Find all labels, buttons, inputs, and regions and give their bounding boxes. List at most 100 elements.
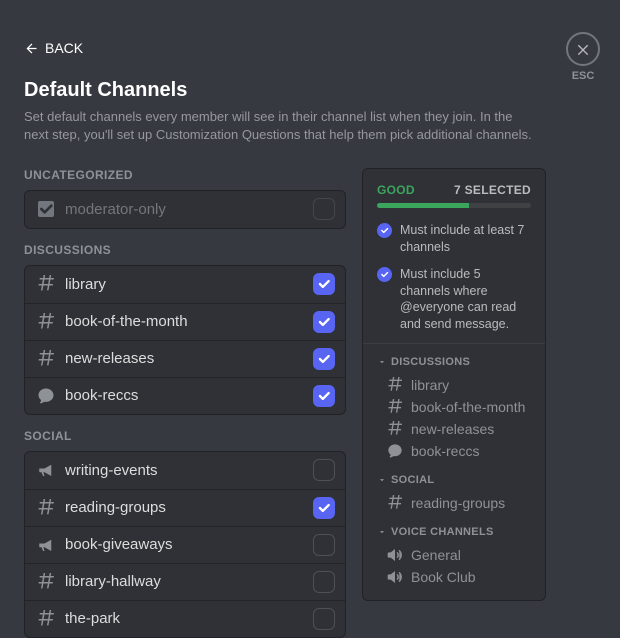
- thread-channel-icon: [387, 443, 403, 459]
- check-icon: [317, 352, 331, 366]
- text-channel-icon: [387, 421, 403, 437]
- preview-channel[interactable]: book-of-the-month: [377, 396, 531, 418]
- channel-row[interactable]: library-hallway: [25, 563, 345, 600]
- check-icon: [317, 315, 331, 329]
- channel-list: library book-of-the-month new-releases book…: [24, 265, 346, 415]
- preview-channel-name: General: [411, 547, 461, 563]
- back-button[interactable]: BACK: [24, 40, 83, 56]
- requirement-item: Must include 5 channels where @everyone …: [377, 266, 531, 334]
- text-channel-icon: [37, 313, 55, 331]
- channel-row[interactable]: new-releases: [25, 340, 345, 377]
- page-description: Set default channels every member will s…: [24, 108, 534, 144]
- channel-row[interactable]: the-park: [25, 600, 345, 637]
- channel-checkbox[interactable]: [313, 497, 335, 519]
- requirement-check-icon: [377, 267, 392, 282]
- text-channel-icon: [387, 495, 403, 511]
- summary-panel: GOOD 7 SELECTED Must include at least 7 …: [362, 168, 546, 601]
- private-channel-icon: [38, 201, 54, 217]
- text-channel-icon: [37, 573, 55, 591]
- preview-channel-name: book-of-the-month: [411, 399, 525, 415]
- announcement-channel-icon: [37, 536, 55, 554]
- preview-category-label: VOICE CHANNELS: [391, 526, 494, 538]
- channel-row[interactable]: writing-events: [25, 452, 345, 489]
- channel-row[interactable]: book-reccs: [25, 377, 345, 414]
- channel-name: book-reccs: [65, 387, 303, 404]
- chevron-down-icon: [377, 475, 387, 485]
- check-icon: [317, 277, 331, 291]
- text-channel-icon: [37, 610, 55, 628]
- text-channel-icon: [387, 399, 403, 415]
- chevron-down-icon: [377, 527, 387, 537]
- text-channel-icon: [37, 350, 55, 368]
- preview-channel[interactable]: General: [377, 544, 531, 566]
- channel-row[interactable]: book-of-the-month: [25, 303, 345, 340]
- channel-name: writing-events: [65, 462, 303, 479]
- channel-checkbox[interactable]: [313, 348, 335, 370]
- channel-row[interactable]: reading-groups: [25, 489, 345, 526]
- channel-name: book-of-the-month: [65, 313, 303, 330]
- progress-bar: [377, 203, 531, 208]
- category-header: DISCUSSIONS: [24, 243, 346, 257]
- voice-channel-icon: [387, 547, 403, 563]
- channel-row[interactable]: library: [25, 266, 345, 303]
- voice-channel-icon: [387, 569, 403, 585]
- check-icon: [317, 501, 331, 515]
- channel-checkbox: [313, 198, 335, 220]
- channel-name: the-park: [65, 610, 303, 627]
- arrow-left-icon: [24, 41, 39, 56]
- preview-category[interactable]: SOCIAL: [377, 474, 531, 486]
- channel-checkbox[interactable]: [313, 534, 335, 556]
- channel-row[interactable]: book-giveaways: [25, 526, 345, 563]
- channel-checkbox[interactable]: [313, 608, 335, 630]
- channel-list: writing-events reading-groups book-giveawa…: [24, 451, 346, 638]
- preview-channel-name: new-releases: [411, 421, 494, 437]
- text-channel-icon: [37, 275, 55, 293]
- channel-checkbox[interactable]: [313, 571, 335, 593]
- announcement-channel-icon: [37, 461, 55, 479]
- channel-checkbox[interactable]: [313, 385, 335, 407]
- progress-fill: [377, 203, 469, 208]
- preview-channel[interactable]: new-releases: [377, 418, 531, 440]
- selected-count: 7 SELECTED: [454, 183, 531, 197]
- close-label: ESC: [572, 70, 595, 82]
- page-title: Default Channels: [24, 79, 546, 102]
- thread-channel-icon: [37, 387, 55, 405]
- preview-channel[interactable]: Book Club: [377, 566, 531, 588]
- preview-category[interactable]: DISCUSSIONS: [377, 356, 531, 368]
- requirement-check-icon: [377, 223, 392, 238]
- preview-channel-name: reading-groups: [411, 495, 505, 511]
- preview-channel-name: book-reccs: [411, 443, 479, 459]
- channel-row: moderator-only: [25, 191, 345, 228]
- preview-category-label: SOCIAL: [391, 474, 434, 486]
- divider: [363, 343, 545, 344]
- preview-channel-name: library: [411, 377, 449, 393]
- text-channel-icon: [387, 377, 403, 393]
- close-icon: [575, 41, 591, 57]
- preview-channel[interactable]: reading-groups: [377, 492, 531, 514]
- text-channel-icon: [37, 499, 55, 517]
- channel-checkbox[interactable]: [313, 459, 335, 481]
- category-header: SOCIAL: [24, 429, 346, 443]
- status-label: GOOD: [377, 183, 415, 197]
- preview-channel-name: Book Club: [411, 569, 476, 585]
- channel-name: new-releases: [65, 350, 303, 367]
- channel-name: reading-groups: [65, 499, 303, 516]
- requirement-item: Must include at least 7 channels: [377, 222, 531, 256]
- chevron-down-icon: [377, 357, 387, 367]
- preview-category[interactable]: VOICE CHANNELS: [377, 526, 531, 538]
- channel-name: book-giveaways: [65, 536, 303, 553]
- preview-category-label: DISCUSSIONS: [391, 356, 470, 368]
- close-button[interactable]: [566, 32, 600, 66]
- channel-checkbox[interactable]: [313, 273, 335, 295]
- channel-checkbox[interactable]: [313, 311, 335, 333]
- channel-name: library-hallway: [65, 573, 303, 590]
- category-header: UNCATEGORIZED: [24, 168, 346, 182]
- channel-list: moderator-only: [24, 190, 346, 229]
- preview-channel[interactable]: library: [377, 374, 531, 396]
- requirement-text: Must include at least 7 channels: [400, 222, 531, 256]
- channel-name: library: [65, 276, 303, 293]
- back-label: BACK: [45, 40, 83, 56]
- requirement-text: Must include 5 channels where @everyone …: [400, 266, 531, 334]
- check-icon: [317, 389, 331, 403]
- preview-channel[interactable]: book-reccs: [377, 440, 531, 462]
